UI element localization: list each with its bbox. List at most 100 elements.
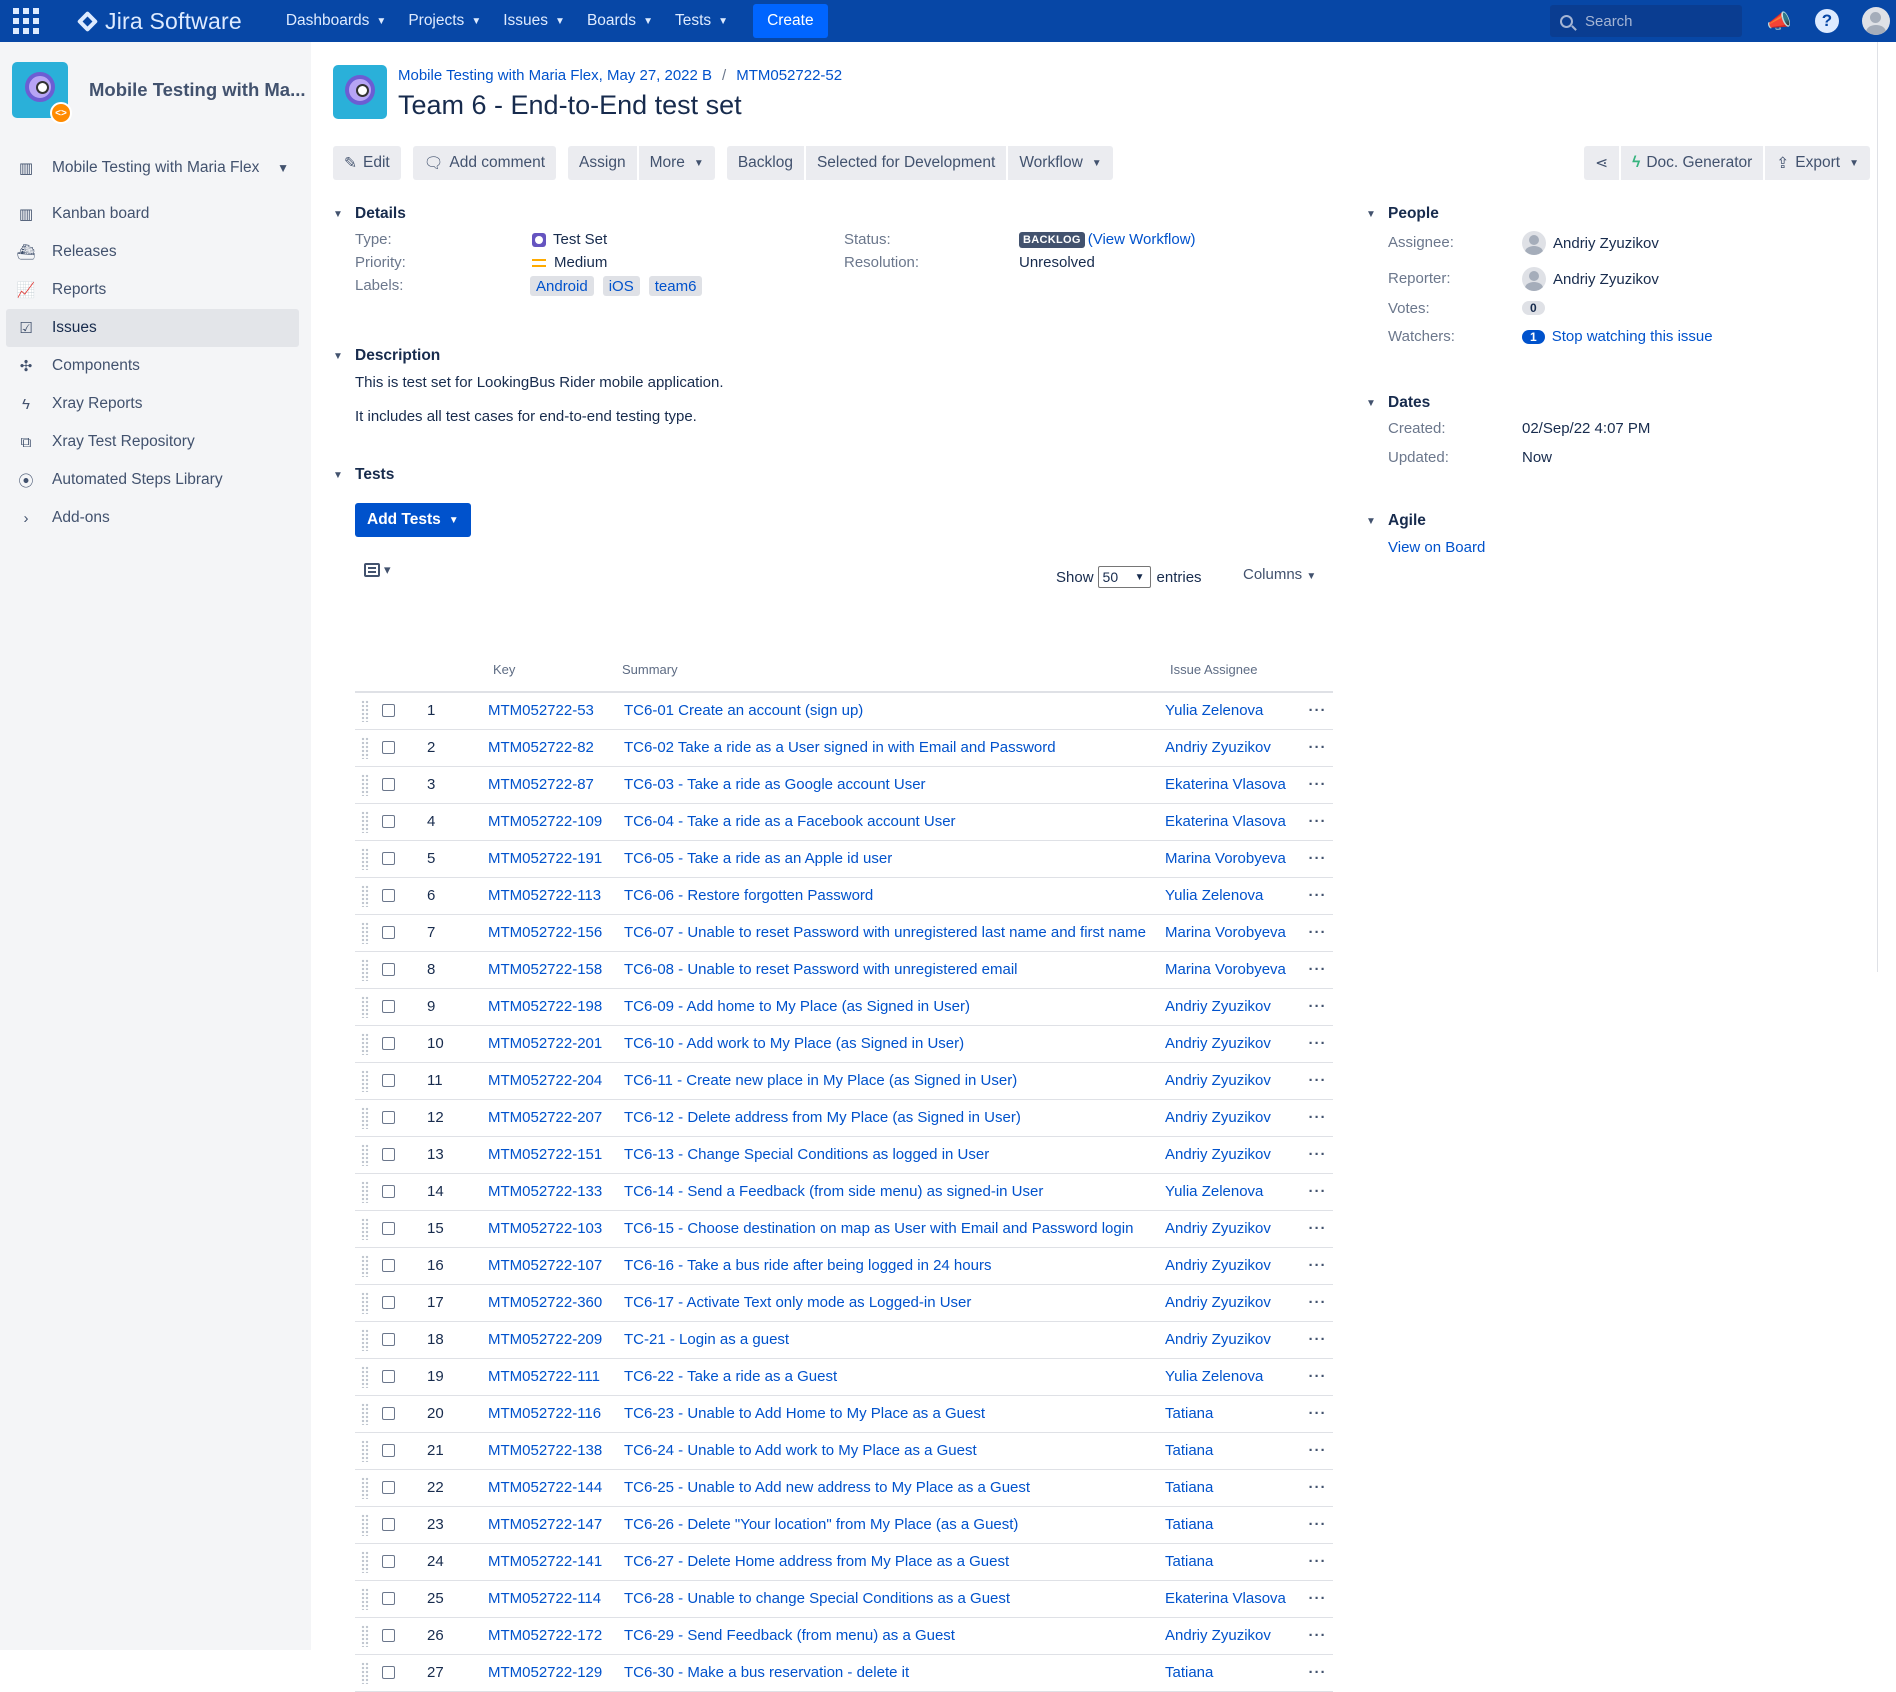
label-chip[interactable]: Android [530,276,594,296]
test-key-link[interactable]: MTM052722-151 [488,1146,602,1163]
test-summary-link[interactable]: TC6-24 - Unable to Add work to My Place … [624,1442,977,1459]
view-workflow-link[interactable]: View Workflow [1093,231,1191,248]
row-checkbox[interactable] [382,1333,395,1346]
test-assignee-link[interactable]: Yulia Zelenova [1165,887,1263,904]
row-actions-icon[interactable]: ··· [1302,803,1333,841]
table-row[interactable]: 19 MTM052722-111 TC6-22 - Take a ride as a… [355,1358,1333,1396]
row-actions-icon[interactable]: ··· [1302,1321,1333,1359]
test-assignee-link[interactable]: Yulia Zelenova [1165,1368,1263,1385]
votes-value[interactable]: 0 [1522,301,1552,315]
row-checkbox[interactable] [382,1037,395,1050]
test-assignee-link[interactable]: Ekaterina Vlasova [1165,813,1286,830]
table-row[interactable]: 20 MTM052722-116 TC6-23 - Unable to Add Ho… [355,1395,1333,1433]
test-assignee-link[interactable]: Andriy Zyuzikov [1165,998,1271,1015]
test-key-link[interactable]: MTM052722-114 [488,1590,601,1607]
test-summary-link[interactable]: TC6-13 - Change Special Conditions as lo… [624,1146,989,1163]
backlog-transition-button[interactable]: Backlog [726,146,804,180]
sidebar-item-xray-reports[interactable]: ϟ Xray Reports [6,385,299,423]
label-chip[interactable]: team6 [648,276,703,296]
table-row[interactable]: 17 MTM052722-360 TC6-17 - Activate Text on… [355,1284,1333,1322]
details-section-toggle[interactable]: ▼ Details [333,205,406,223]
table-row[interactable]: 18 MTM052722-209 TC-21 - Login as a guest A… [355,1321,1333,1359]
nav-dashboards[interactable]: Dashboards ▼ [286,4,386,38]
test-summary-link[interactable]: TC6-06 - Restore forgotten Password [624,887,873,904]
test-summary-link[interactable]: TC6-30 - Make a bus reservation - delete… [624,1664,909,1681]
row-checkbox[interactable] [382,1222,395,1235]
test-key-link[interactable]: MTM052722-191 [488,850,602,867]
test-summary-link[interactable]: TC6-10 - Add work to My Place (as Signed… [624,1035,964,1052]
test-key-link[interactable]: MTM052722-82 [488,739,594,756]
row-checkbox[interactable] [382,926,395,939]
table-row[interactable]: 13 MTM052722-151 TC6-13 - Change Special C… [355,1136,1333,1174]
test-key-link[interactable]: MTM052722-204 [488,1072,602,1089]
test-key-link[interactable]: MTM052722-138 [488,1442,602,1459]
test-key-link[interactable]: MTM052722-201 [488,1035,602,1052]
table-row[interactable]: 3 MTM052722-87 TC6-03 - Take a ride as Goo… [355,766,1333,804]
table-view-options[interactable]: ▾ [364,562,391,578]
row-checkbox[interactable] [382,1296,395,1309]
row-checkbox[interactable] [382,1518,395,1531]
row-actions-icon[interactable]: ··· [1302,692,1333,730]
test-key-link[interactable]: MTM052722-53 [488,702,594,719]
test-assignee-link[interactable]: Yulia Zelenova [1165,702,1263,719]
app-switcher-icon[interactable] [11,6,41,36]
test-key-link[interactable]: MTM052722-133 [488,1183,602,1200]
drag-handle-icon[interactable] [361,1624,369,1647]
test-key-link[interactable]: MTM052722-198 [488,998,602,1015]
row-actions-icon[interactable]: ··· [1302,1210,1333,1248]
table-row[interactable]: 26 MTM052722-172 TC6-29 - Send Feedback (f… [355,1617,1333,1655]
test-assignee-link[interactable]: Tatiana [1165,1553,1213,1570]
row-checkbox[interactable] [382,1629,395,1642]
test-key-link[interactable]: MTM052722-360 [488,1294,602,1311]
table-row[interactable]: 16 MTM052722-107 TC6-16 - Take a bus ride … [355,1247,1333,1285]
reporter-value[interactable]: Andriy Zyuzikov [1522,267,1659,291]
table-row[interactable]: 8 MTM052722-158 TC6-08 - Unable to reset P… [355,951,1333,989]
view-on-board-link[interactable]: View on Board [1388,539,1485,556]
row-actions-icon[interactable]: ··· [1302,988,1333,1026]
row-actions-icon[interactable]: ··· [1302,729,1333,767]
test-summary-link[interactable]: TC6-16 - Take a bus ride after being log… [624,1257,991,1274]
nav-issues[interactable]: Issues ▼ [503,4,565,38]
project-header[interactable]: <> Mobile Testing with Ma... [12,62,306,124]
drag-handle-icon[interactable] [361,1180,369,1203]
nav-tests[interactable]: Tests ▼ [675,4,728,38]
test-assignee-link[interactable]: Tatiana [1165,1442,1213,1459]
sidebar-item-issues[interactable]: ☑ Issues [6,309,299,347]
test-assignee-link[interactable]: Andriy Zyuzikov [1165,1072,1271,1089]
row-actions-icon[interactable]: ··· [1302,914,1333,952]
test-summary-link[interactable]: TC6-28 - Unable to change Special Condit… [624,1590,1010,1607]
row-actions-icon[interactable]: ··· [1302,1580,1333,1618]
test-key-link[interactable]: MTM052722-107 [488,1257,602,1274]
table-row[interactable]: 11 MTM052722-204 TC6-11 - Create new place… [355,1062,1333,1100]
test-assignee-link[interactable]: Andriy Zyuzikov [1165,739,1271,756]
row-actions-icon[interactable]: ··· [1302,1395,1333,1433]
test-summary-link[interactable]: TC6-14 - Send a Feedback (from side menu… [624,1183,1043,1200]
columns-button[interactable]: Columns ▼ [1243,566,1316,583]
row-checkbox[interactable] [382,778,395,791]
column-header-key[interactable]: Key [487,648,616,693]
table-row[interactable]: 23 MTM052722-147 TC6-26 - Delete "Your loc… [355,1506,1333,1544]
selected-for-development-button[interactable]: Selected for Development [805,146,1007,180]
row-checkbox[interactable] [382,704,395,718]
test-summary-link[interactable]: TC6-23 - Unable to Add Home to My Place … [624,1405,985,1422]
row-actions-icon[interactable]: ··· [1302,1654,1333,1692]
row-actions-icon[interactable]: ··· [1302,1136,1333,1174]
row-checkbox[interactable] [382,1148,395,1161]
row-actions-icon[interactable]: ··· [1302,1432,1333,1470]
test-summary-link[interactable]: TC6-08 - Unable to reset Password with u… [624,961,1018,978]
row-actions-icon[interactable]: ··· [1302,877,1333,915]
test-key-link[interactable]: MTM052722-147 [488,1516,602,1533]
sidebar-item-kanban-board[interactable]: ▥ Kanban board [6,195,299,233]
row-actions-icon[interactable]: ··· [1302,1062,1333,1100]
test-key-link[interactable]: MTM052722-158 [488,961,602,978]
table-row[interactable]: 27 MTM052722-129 TC6-30 - Make a bus reser… [355,1654,1333,1692]
test-summary-link[interactable]: TC6-29 - Send Feedback (from menu) as a … [624,1627,955,1644]
description-line[interactable]: This is test set for LookingBus Rider mo… [355,374,724,391]
test-assignee-link[interactable]: Yulia Zelenova [1165,1183,1263,1200]
drag-handle-icon[interactable] [361,810,369,833]
search-input[interactable]: Search [1550,5,1742,37]
sidebar-item-add-ons[interactable]: › Add-ons [6,499,299,537]
table-row[interactable]: 12 MTM052722-207 TC6-12 - Delete address f… [355,1099,1333,1137]
more-button[interactable]: More ▼ [638,146,715,180]
drag-handle-icon[interactable] [361,773,369,796]
